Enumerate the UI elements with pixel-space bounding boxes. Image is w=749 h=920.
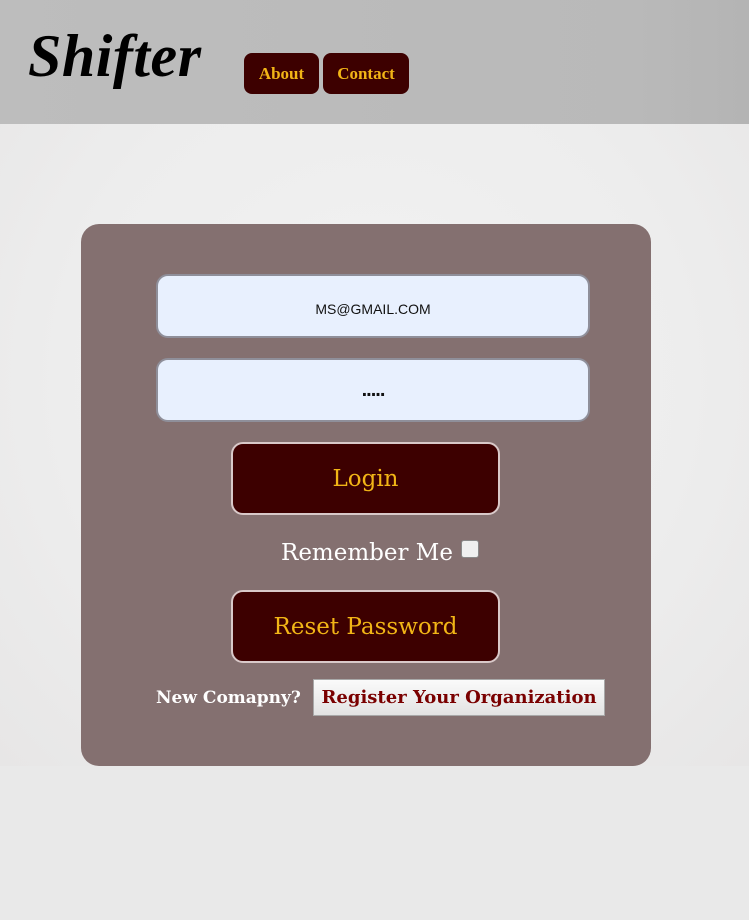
nav-contact-button[interactable]: Contact <box>323 53 409 94</box>
login-button[interactable]: Login <box>231 442 500 515</box>
password-field[interactable]: ..... <box>156 358 590 422</box>
new-company-label: New Comapny? <box>156 688 301 708</box>
register-organization-button[interactable]: Register Your Organization <box>313 679 605 716</box>
email-field[interactable]: MS@GMAIL.COM <box>156 274 590 338</box>
top-header: Shifter About Contact <box>0 0 749 124</box>
remember-me-checkbox[interactable] <box>460 540 479 558</box>
reset-password-button[interactable]: Reset Password <box>231 590 500 663</box>
remember-me-label: Remember Me <box>281 540 453 566</box>
nav-about-button[interactable]: About <box>244 53 319 94</box>
remember-me: Remember Me <box>281 540 479 566</box>
site-logo: Shifter <box>28 23 202 89</box>
